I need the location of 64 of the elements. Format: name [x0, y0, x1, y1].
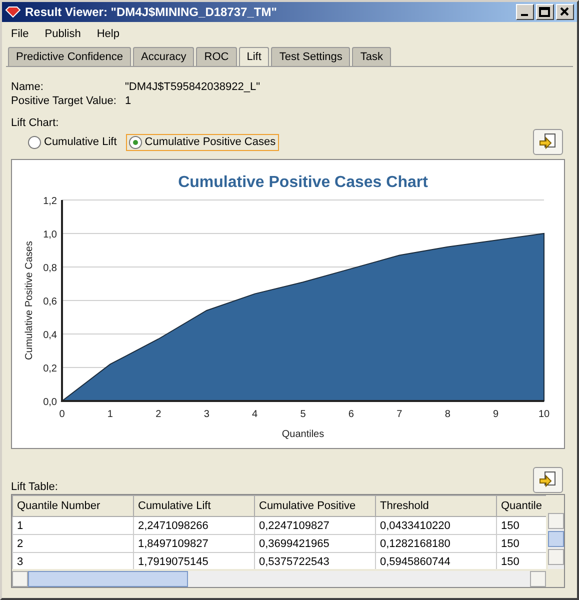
- tab[interactable]: Test Settings: [271, 47, 350, 66]
- menu-item[interactable]: Publish: [44, 28, 81, 40]
- axis-tick-label: 1: [107, 409, 113, 420]
- radio-option[interactable]: Cumulative Positive Cases: [126, 134, 279, 150]
- axis-tick-label: 9: [493, 409, 499, 420]
- maximize-icon[interactable]: [536, 4, 554, 20]
- axis-tick-label: 1,2: [43, 196, 57, 207]
- axis-tick-label: 0,8: [43, 263, 57, 274]
- column-header[interactable]: Quantile Number: [12, 496, 134, 516]
- chart-title: Cumulative Positive Cases Chart: [178, 174, 428, 191]
- export-icon: [538, 470, 558, 490]
- field-label: Positive Target Value:: [11, 95, 118, 107]
- axis-tick-label: 0,0: [43, 397, 57, 408]
- field-label: Name:: [11, 81, 44, 93]
- radio-option[interactable]: Cumulative Lift: [25, 134, 120, 150]
- tab[interactable]: ROC: [196, 47, 237, 66]
- table-cell: 2: [12, 534, 134, 552]
- axis-tick-label: 10: [538, 409, 550, 420]
- vertical-scrollbar[interactable]: [548, 513, 564, 569]
- window-title: Result Viewer: "DM4J$MINING_D18737_TM": [25, 5, 278, 19]
- tab[interactable]: Predictive Confidence: [8, 47, 132, 66]
- table-cell: 0,2247109827: [254, 516, 376, 534]
- table-cell: 0,0433410220: [376, 516, 496, 534]
- minimize-icon[interactable]: [516, 4, 534, 20]
- axis-tick-label: 8: [444, 409, 450, 420]
- axis-tick-label: 0,4: [43, 330, 57, 341]
- axis-tick-label: 0,2: [43, 364, 57, 374]
- y-axis-title: Cumulative Positive Cases: [24, 241, 35, 360]
- export-button[interactable]: [533, 467, 563, 493]
- x-axis-title: Quantiles: [282, 429, 324, 440]
- table-cell: 1: [12, 516, 134, 534]
- axis-tick-label: 0: [59, 409, 65, 420]
- horizontal-scrollbar[interactable]: [12, 571, 546, 587]
- axis-tick-label: 3: [204, 409, 210, 420]
- field-value: "DM4J$T595842038922_L": [125, 81, 260, 93]
- axis-tick-label: 4: [252, 409, 258, 420]
- export-icon: [538, 132, 558, 152]
- table-cell: 1,8497109827: [134, 534, 254, 552]
- scroll-thumb[interactable]: [548, 531, 564, 547]
- section-label: Lift Table:: [11, 481, 58, 493]
- column-header[interactable]: Cumulative Positive: [254, 496, 376, 516]
- column-header[interactable]: Quantile: [496, 496, 546, 516]
- table-cell: 0,3699421965: [254, 534, 376, 552]
- section-label: Lift Chart:: [11, 117, 60, 129]
- axis-tick-label: 1,0: [43, 230, 57, 240]
- axis-tick-label: 5: [300, 409, 306, 420]
- axis-tick-label: 2: [156, 409, 162, 420]
- table-cell: 2,2471098266: [134, 516, 254, 534]
- column-header[interactable]: Cumulative Lift: [134, 496, 254, 516]
- tab[interactable]: Lift: [238, 47, 270, 66]
- table-cell: 0,1282168180: [376, 534, 496, 552]
- field-value: 1: [125, 95, 132, 107]
- close-icon[interactable]: [556, 4, 574, 20]
- menu-item[interactable]: File: [11, 28, 29, 40]
- axis-tick-label: 7: [396, 409, 402, 420]
- gem-icon: [5, 6, 21, 18]
- tab[interactable]: Task: [352, 47, 392, 66]
- menu-item[interactable]: Help: [96, 28, 120, 40]
- export-button[interactable]: [533, 129, 563, 155]
- axis-tick-label: 6: [348, 409, 354, 420]
- axis-tick-label: 0,6: [43, 296, 57, 308]
- scroll-thumb[interactable]: [28, 571, 188, 587]
- tab[interactable]: Accuracy: [133, 47, 194, 66]
- column-header[interactable]: Threshold: [376, 496, 496, 516]
